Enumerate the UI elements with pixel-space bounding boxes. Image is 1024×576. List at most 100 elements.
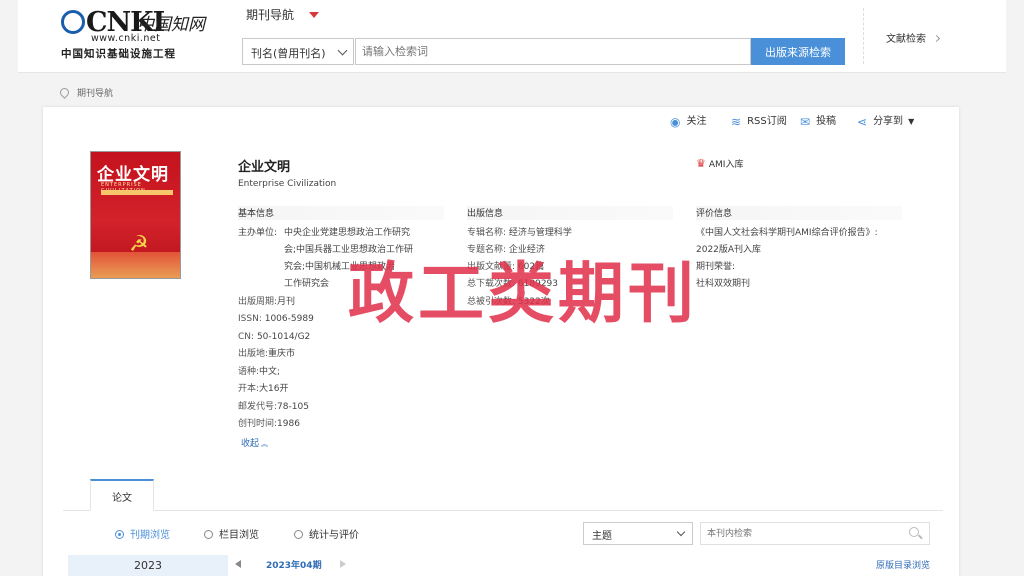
follow-label: 关注: [686, 116, 707, 127]
info-row-postal-code: 邮发代号:78-105: [238, 399, 309, 417]
current-issue-label: 2023年04期: [266, 561, 322, 571]
eval-line: 社科双效期刊: [696, 279, 751, 289]
info-row-cn: CN: 50-1014/G2: [238, 329, 310, 347]
radio-dot: [294, 530, 303, 539]
share-icon: ⋖: [857, 115, 868, 129]
radio-label: 刊期浏览: [130, 530, 170, 541]
ami-badge: ♛ AMI入库: [696, 157, 743, 170]
info-key: ISSN:: [238, 314, 262, 324]
eval-line: 2022版A刊入库: [696, 245, 762, 255]
cover-decoration: [91, 252, 180, 278]
rss-icon: ≋: [731, 115, 742, 129]
radio-dot: [115, 530, 124, 539]
eye-icon: ◉: [670, 115, 681, 129]
prev-issue-icon[interactable]: [235, 560, 241, 568]
search-field-select[interactable]: 刊名(曾用刊名): [242, 38, 354, 65]
follow-button[interactable]: ◉ 关注: [670, 112, 706, 129]
basic-info-heading: 基本信息: [238, 206, 444, 220]
topic-select[interactable]: 主题: [583, 522, 693, 545]
eval-line: 《中国人文社会科学期刊AMI综合评价报告》:: [696, 228, 878, 238]
info-value: 50-1014/G2: [256, 332, 311, 342]
rss-button[interactable]: ≋ RSS订阅: [731, 112, 787, 129]
location-pin-icon: [58, 86, 71, 99]
collapse-label: 收起: [241, 439, 260, 449]
info-value: 1006-5989: [264, 314, 314, 324]
year-selector[interactable]: 2023: [68, 555, 228, 576]
info-value: 重庆市: [268, 349, 296, 359]
rss-label: RSS订阅: [747, 116, 787, 127]
info-value: 大16开: [259, 384, 289, 394]
journal-title: 企业文明: [238, 160, 291, 175]
logo-url: www.cnki.net: [91, 33, 161, 44]
info-row-founded: 创刊时间:1986: [238, 416, 300, 434]
search-field-value: 刊名(曾用刊名): [251, 47, 326, 60]
search-input[interactable]: [355, 38, 751, 65]
envelope-icon: ✉: [800, 115, 811, 129]
radio-dot: [204, 530, 213, 539]
ami-label: AMI入库: [708, 160, 744, 170]
info-value: 月刊: [277, 297, 296, 307]
search-icon[interactable]: [909, 527, 919, 537]
radio-stats-eval[interactable]: 统计与评价: [294, 526, 359, 541]
chevron-down-icon: [676, 527, 686, 537]
original-catalog-link[interactable]: 原版目录浏览: [876, 558, 930, 571]
eval-line: 期刊荣誉:: [696, 262, 736, 272]
info-key: 出版周期:: [238, 297, 278, 307]
caret-down-icon: ▼: [908, 117, 915, 126]
info-key: CN:: [238, 332, 255, 342]
logo-subtitle: 中国知识基础设施工程: [61, 48, 176, 60]
next-issue-icon[interactable]: [340, 560, 346, 568]
cnki-logo[interactable]: CNKI 中国知网 www.cnki.net 中国知识基础设施工程: [61, 8, 221, 60]
radio-browse-by-column[interactable]: 栏目浏览: [204, 526, 259, 541]
chevron-right-icon: [932, 34, 941, 43]
literature-search-link[interactable]: 文献检索: [886, 30, 941, 45]
info-key: 邮发代号:: [238, 402, 278, 412]
publish-info-heading: 出版信息: [467, 206, 673, 220]
source-search-button[interactable]: 出版来源检索: [751, 38, 845, 65]
info-value: 1986: [277, 419, 300, 429]
literature-search-label: 文献检索: [886, 34, 926, 45]
chevron-up-icon: ︽: [261, 440, 269, 448]
info-key: 语种:: [238, 367, 260, 377]
eval-info-heading: 评价信息: [696, 206, 902, 220]
info-key: 开本:: [238, 384, 260, 394]
cover-strip: [101, 190, 173, 195]
info-key: 专辑名称:: [467, 228, 507, 238]
breadcrumb: 期刊导航: [58, 86, 113, 99]
info-row-period: 出版周期:月刊: [238, 294, 295, 312]
breadcrumb-item[interactable]: 期刊导航: [77, 89, 113, 99]
collapse-link[interactable]: 收起 ︽: [241, 436, 268, 449]
sponsor-label: 主办单位:: [238, 228, 278, 238]
info-value: 中文;: [259, 367, 281, 377]
sponsor-line: 工作研究会: [284, 279, 330, 289]
journal-cover-image: 企业文明 ENTERPRISE CIVILIZATION ☭: [90, 151, 181, 279]
radio-browse-by-issue[interactable]: 刊期浏览: [115, 526, 170, 541]
info-key: 创刊时间:: [238, 419, 278, 429]
info-row-place: 出版地:重庆市: [238, 346, 295, 364]
radio-label: 统计与评价: [309, 530, 359, 541]
logo-cn-name: 中国知网: [137, 15, 205, 35]
ami-icon: ♛: [696, 157, 706, 170]
tab-papers[interactable]: 论文: [90, 479, 154, 511]
topic-select-value: 主题: [592, 531, 612, 542]
top-header: CNKI 中国知网 www.cnki.net 中国知识基础设施工程 期刊导航 刊…: [18, 0, 1006, 73]
journal-inner-search-input[interactable]: [700, 522, 930, 545]
header-divider: [863, 8, 864, 64]
info-row-issn: ISSN: 1006-5989: [238, 311, 314, 329]
info-key: 出版地:: [238, 349, 269, 359]
caret-down-icon[interactable]: [309, 12, 319, 18]
journal-title-en: Enterprise Civilization: [238, 179, 337, 189]
info-row-format: 开本:大16开: [238, 381, 289, 399]
overlay-caption: 政工类期刊: [348, 255, 698, 332]
info-row-language: 语种:中文;: [238, 364, 280, 382]
share-label: 分享到: [873, 116, 904, 127]
chevron-down-icon: [337, 45, 348, 56]
submit-button[interactable]: ✉ 投稿: [800, 112, 836, 129]
tab-divider: [63, 510, 943, 511]
info-value: 经济与管理科学: [508, 228, 572, 238]
radio-label: 栏目浏览: [219, 530, 259, 541]
submit-label: 投稿: [816, 116, 837, 127]
share-button[interactable]: ⋖ 分享到 ▼: [857, 112, 914, 129]
journal-nav-menu[interactable]: 期刊导航: [246, 6, 294, 23]
info-value: 78-105: [277, 402, 309, 412]
